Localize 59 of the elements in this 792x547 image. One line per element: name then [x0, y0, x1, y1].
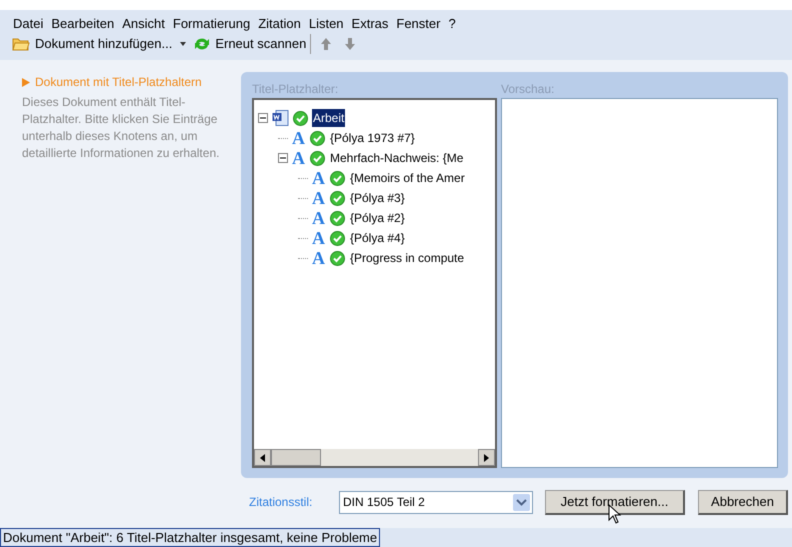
menu-item[interactable]: ?	[445, 14, 459, 34]
check-icon	[310, 150, 325, 166]
menu-item[interactable]: Listen	[306, 14, 347, 34]
chevron-down-icon	[513, 494, 530, 510]
horizontal-scrollbar[interactable]	[254, 449, 495, 466]
check-icon	[330, 170, 345, 186]
check-icon	[310, 130, 325, 146]
check-icon	[330, 250, 345, 266]
arrow-up-icon[interactable]	[321, 38, 332, 50]
cancel-button[interactable]: Abbrechen	[698, 490, 788, 514]
add-document-button[interactable]: Dokument hinzufügen...	[12, 34, 172, 54]
style-dropdown[interactable]: DIN 1505 Teil 2	[339, 490, 533, 514]
right-triangle-icon	[484, 454, 489, 462]
check-icon	[330, 190, 345, 206]
menu-item[interactable]: Datei	[10, 14, 46, 34]
rescan-button[interactable]: Erneut scannen	[194, 34, 312, 54]
minus-icon	[280, 155, 286, 161]
arrow-down-icon[interactable]	[345, 38, 356, 50]
tree-item[interactable]: Mehrfach-Nachweis: {Me	[329, 149, 464, 167]
caret-icon[interactable]	[180, 42, 186, 46]
tree-item[interactable]: {Pólya #3}	[349, 189, 406, 207]
tree-item[interactable]: {Progress in compute	[349, 249, 466, 267]
menu-item[interactable]: Formatierung	[170, 14, 254, 34]
collapse-toggle[interactable]	[278, 153, 288, 163]
sidebar-description: Dieses Dokument enthält Titel-Platzhalter. Bitte klicken Sie Einträge unterhalb dieses Knotens an, um detaillierte Informationen zu erhalten.	[22, 94, 220, 162]
letter-icon: A	[312, 249, 326, 267]
document-icon	[272, 110, 289, 126]
tree-item[interactable]: Arbeit	[312, 109, 346, 127]
minus-icon	[260, 115, 266, 121]
style-label: Zitationsstil:	[249, 494, 314, 511]
triangle-icon	[22, 78, 30, 86]
menu-item[interactable]: Extras	[348, 14, 392, 34]
scroll-thumb[interactable]	[271, 449, 321, 466]
letter-icon: A	[312, 229, 326, 247]
menu-item[interactable]: Zitation	[255, 14, 304, 34]
folder-icon	[12, 37, 30, 51]
left-triangle-icon	[260, 454, 265, 462]
menu-item[interactable]: Fenster	[393, 14, 444, 34]
letter-icon: A	[312, 189, 326, 207]
format-button[interactable]: Jetzt formatieren...	[545, 490, 685, 514]
tree-item[interactable]: {Pólya 1973 #7}	[329, 129, 416, 147]
letter-icon: A	[312, 169, 326, 187]
tree-item[interactable]: {Pólya #4}	[349, 229, 406, 247]
letter-icon: A	[292, 149, 306, 167]
refresh-icon	[194, 36, 210, 52]
scroll-right-button[interactable]	[478, 449, 495, 466]
menu-item[interactable]: Bearbeiten	[48, 14, 118, 34]
letter-icon: A	[312, 209, 326, 227]
tree-item[interactable]: {Pólya #2}	[349, 209, 406, 227]
check-icon	[293, 110, 308, 126]
check-icon	[330, 230, 345, 246]
letter-icon: A	[292, 129, 306, 147]
tree-item[interactable]: {Memoirs of the Amer	[349, 169, 466, 187]
sidebar-heading: Dokument mit Titel-Platzhaltern	[35, 74, 202, 91]
collapse-toggle[interactable]	[258, 113, 268, 123]
scroll-left-button[interactable]	[254, 449, 271, 466]
check-icon	[330, 210, 345, 226]
menu-item[interactable]: Ansicht	[119, 14, 168, 34]
status-bar-text: Dokument "Arbeit": 6 Titel-Platzhalter insgesamt, keine Probleme	[0, 528, 380, 547]
